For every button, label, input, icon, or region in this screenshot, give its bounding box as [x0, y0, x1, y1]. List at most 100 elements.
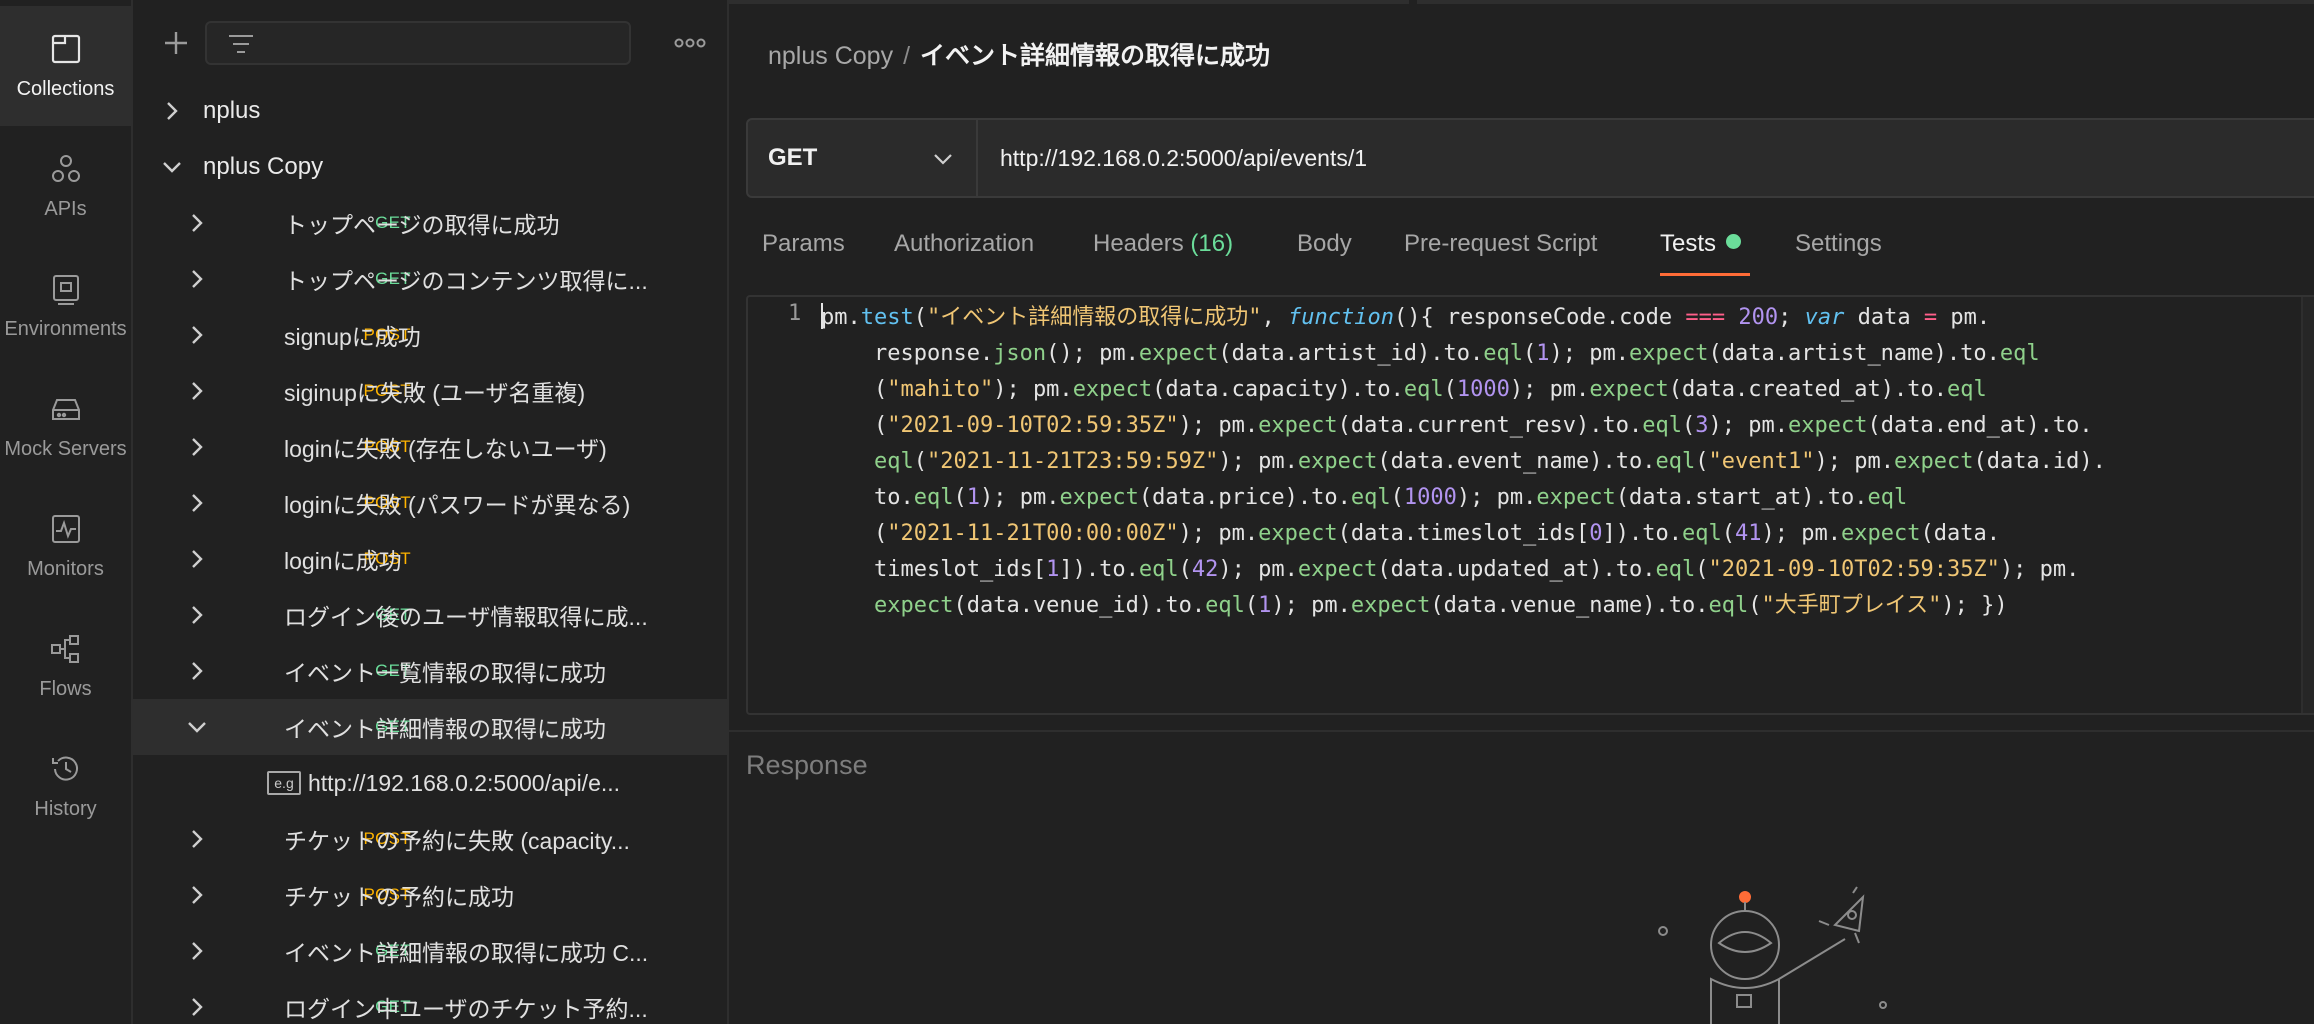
tests-code-editor[interactable]: 1 pm.test("イベント詳細情報の取得に成功", function(){ …	[746, 295, 2314, 715]
collection-name: nplus Copy	[203, 153, 324, 180]
tab-params[interactable]: Params	[762, 230, 845, 258]
code-string: "2021-11-21T23:59:59Z"	[926, 449, 1219, 474]
chevron-right-icon	[192, 830, 203, 848]
request-name: loginに失敗 (パスワードが異なる)	[284, 492, 631, 518]
code-text: (data.artist_id).to.	[1218, 341, 1484, 366]
breadcrumb: nplus Copy / イベント詳細情報の取得に成功	[768, 36, 1270, 72]
line-number: 1	[788, 301, 802, 326]
code-text: response.	[821, 341, 994, 366]
request-row-selected[interactable]: GET イベント詳細情報の取得に成功	[133, 699, 727, 755]
code-text: (	[953, 485, 967, 510]
code-number: 1	[1258, 593, 1272, 618]
rail-item-apis[interactable]: APIs	[0, 126, 131, 246]
tab-settings[interactable]: Settings	[1795, 230, 1882, 258]
request-row[interactable]: POST siginupに失敗 (ユーザ名重複)	[133, 363, 727, 419]
method-value: GET	[768, 144, 818, 171]
example-row[interactable]: e.g http://192.168.0.2:5000/api/e...	[133, 755, 727, 811]
code-text: pm.	[1937, 305, 1991, 330]
collection-nplus[interactable]: nplus	[133, 83, 727, 139]
code-text: ,	[1261, 305, 1288, 330]
tab-pre-request-script[interactable]: Pre-request Script	[1404, 230, 1597, 258]
breadcrumb-parent[interactable]: nplus Copy	[768, 42, 893, 70]
collection-name: nplus	[203, 97, 261, 124]
code-number: 1000	[1456, 377, 1510, 402]
tab-strip	[729, 0, 2314, 4]
rail-item-history[interactable]: History	[0, 726, 131, 846]
code-method: eql	[1403, 377, 1444, 402]
code-text: (data.end_at).to.	[1867, 413, 2093, 438]
code-string: "2021-11-21T00:00:00Z"	[887, 521, 1179, 546]
code-method: expect	[1350, 593, 1431, 618]
code-number: 0	[1589, 521, 1603, 546]
request-row[interactable]: GET ログイン後のユーザ情報取得に成...	[133, 587, 727, 643]
code-content[interactable]: pm.test("イベント詳細情報の取得に成功", function(){ re…	[821, 300, 2281, 624]
request-name: チケットの予約に失敗 (capacity...	[284, 828, 630, 854]
rail-item-collections[interactable]: Collections	[0, 6, 131, 126]
rail-item-mock-servers[interactable]: Mock Servers	[0, 366, 131, 486]
tab-strip-segment	[729, 0, 1409, 4]
request-name: イベント詳細情報の取得に成功	[284, 716, 606, 742]
code-string: "event1"	[1708, 449, 1815, 474]
code-method: eql	[873, 449, 914, 474]
request-row[interactable]: GET トップページのコンテンツ取得に...	[133, 251, 727, 307]
code-text: (data.venue_name).to.	[1430, 593, 1709, 618]
more-options-icon[interactable]	[673, 33, 707, 53]
pane-divider[interactable]	[729, 730, 2314, 732]
request-row[interactable]: POST チケットの予約に失敗 (capacity...	[133, 811, 727, 867]
code-number: 3	[1695, 413, 1709, 438]
filter-input[interactable]	[205, 21, 631, 65]
code-method: expect	[1589, 377, 1669, 402]
code-method: eql	[1708, 593, 1749, 618]
tab-authorization[interactable]: Authorization	[894, 230, 1034, 258]
chevron-right-icon	[192, 662, 203, 680]
url-input[interactable]	[978, 120, 2314, 196]
rail-item-environments[interactable]: Environments	[0, 246, 131, 366]
code-string: "mahito"	[887, 377, 994, 402]
rail-item-monitors[interactable]: Monitors	[0, 486, 131, 606]
rail-item-flows[interactable]: Flows	[0, 606, 131, 726]
request-row[interactable]: POST loginに成功	[133, 531, 727, 587]
breadcrumb-current: イベント詳細情報の取得に成功	[920, 42, 1271, 70]
code-text: ]).to.	[1059, 557, 1139, 582]
code-text: (	[1178, 557, 1192, 582]
editor-scrollbar[interactable]	[2301, 297, 2314, 713]
code-method: eql	[1682, 521, 1722, 546]
headers-count: (16)	[1190, 230, 1234, 257]
request-row[interactable]: GET イベント詳細情報の取得に成功 C...	[133, 923, 727, 979]
request-row[interactable]: GET トップページの取得に成功	[133, 195, 727, 251]
example-name: http://192.168.0.2:5000/api/e...	[308, 769, 621, 796]
chevron-down-icon	[934, 154, 952, 165]
code-text: (	[1390, 485, 1404, 510]
code-text: ); pm.	[1218, 449, 1298, 474]
code-method: eql	[1946, 377, 1987, 402]
method-select[interactable]: GET	[748, 120, 978, 196]
plus-icon[interactable]	[155, 22, 197, 64]
code-text: ); pm.	[1708, 413, 1788, 438]
code-text: (	[1748, 593, 1762, 618]
code-method: expect	[1059, 485, 1139, 510]
chevron-right-icon	[192, 998, 203, 1016]
code-number: 1000	[1403, 485, 1457, 510]
code-text: (data.artist_name).to.	[1708, 341, 2000, 366]
request-name: ログイン中ユーザのチケット予約...	[284, 996, 648, 1022]
tab-tests[interactable]: Tests	[1660, 230, 1742, 258]
code-text: ); pm.	[1271, 593, 1351, 618]
request-name: loginに失敗 (存在しないユーザ)	[284, 436, 607, 462]
request-row[interactable]: POST loginに失敗 (パスワードが異なる)	[133, 475, 727, 531]
request-row[interactable]: GET イベント一覧情報の取得に成功	[133, 643, 727, 699]
collection-nplus-copy[interactable]: nplus Copy	[133, 139, 727, 195]
request-row[interactable]: GET ログイン中ユーザのチケット予約...	[133, 979, 727, 1024]
code-operator: =	[1923, 305, 1938, 330]
request-row[interactable]: POST チケットの予約に成功	[133, 867, 727, 923]
request-row[interactable]: POST loginに失敗 (存在しないユーザ)	[133, 419, 727, 475]
code-method: expect	[1629, 341, 1709, 366]
apis-icon	[51, 154, 80, 182]
request-row[interactable]: POST signupに成功	[133, 307, 727, 363]
code-text: ]).to.	[1602, 521, 1683, 546]
code-method: json	[993, 341, 1047, 366]
breadcrumb-separator: /	[903, 42, 911, 70]
tab-body[interactable]: Body	[1297, 230, 1352, 258]
tab-headers[interactable]: Headers (16)	[1093, 230, 1233, 258]
